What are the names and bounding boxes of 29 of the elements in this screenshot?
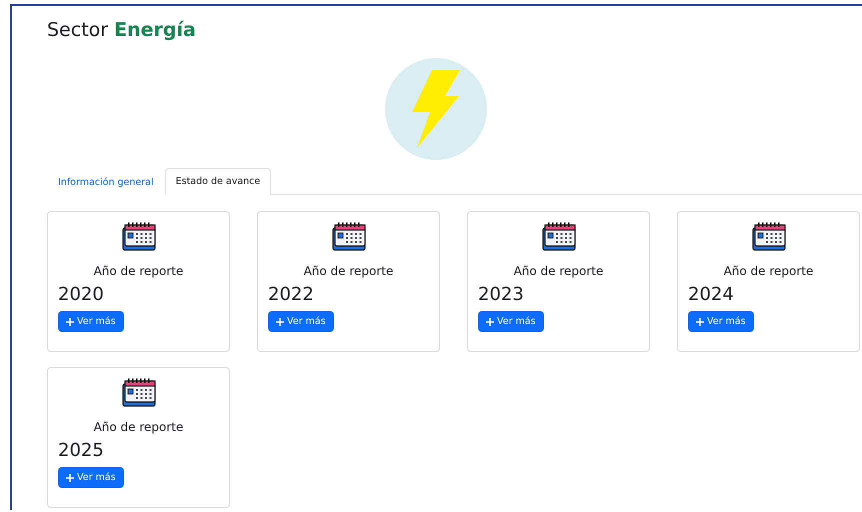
view-more-button[interactable]: Ver más [478, 311, 544, 332]
sector-name: Energía [114, 19, 196, 41]
report-year: 2024 [688, 284, 735, 305]
report-year: 2022 [268, 284, 315, 305]
plus-icon [696, 318, 704, 326]
lightning-bolt-icon [412, 70, 460, 148]
plus-icon [276, 318, 284, 326]
page-title: Sector [47, 19, 108, 41]
view-more-button[interactable]: Ver más [268, 311, 334, 332]
calendar-icon [750, 222, 788, 251]
card-label: Año de reporte [302, 264, 394, 278]
report-year: 2023 [478, 284, 525, 305]
card-label: Año de reporte [92, 264, 184, 278]
view-more-button[interactable]: Ver más [58, 311, 124, 332]
calendar-icon [540, 222, 578, 251]
calendar-icon [330, 222, 368, 251]
card-label: Año de reporte [722, 264, 814, 278]
calendar-icon [120, 378, 158, 407]
calendar-icon [120, 222, 158, 251]
card-label: Año de reporte [512, 264, 604, 278]
view-more-button[interactable]: Ver más [688, 311, 754, 332]
report-year: 2020 [58, 284, 105, 305]
report-year: 2025 [58, 440, 105, 461]
plus-icon [486, 318, 494, 326]
plus-icon [66, 318, 74, 326]
card-label: Año de reporte [92, 420, 184, 434]
tab[interactable]: Estado de avance [164, 168, 272, 195]
view-more-button[interactable]: Ver más [58, 467, 124, 488]
plus-icon [66, 474, 74, 482]
